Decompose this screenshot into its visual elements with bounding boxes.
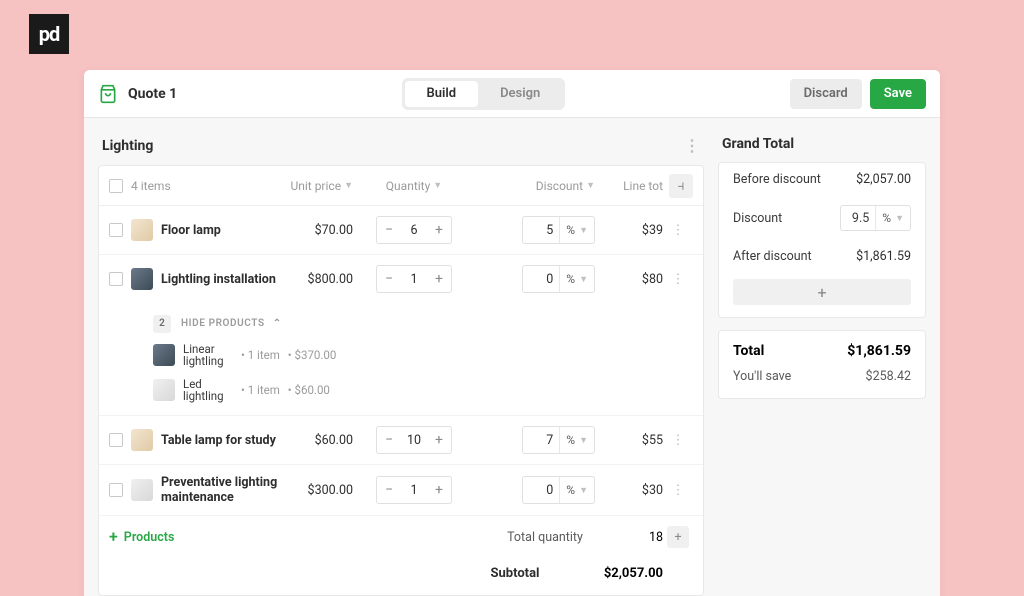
chevron-down-icon[interactable]: ▼ — [433, 180, 442, 191]
mode-toggle: Build Design — [402, 78, 566, 110]
minus-icon: − — [377, 482, 401, 498]
discount-input[interactable]: 5%▼ — [522, 216, 595, 244]
row-checkbox[interactable] — [109, 433, 123, 447]
row-checkbox[interactable] — [109, 223, 123, 237]
section-title: Lighting — [102, 138, 153, 154]
chevron-down-icon[interactable]: ▼ — [344, 180, 353, 191]
quantity-stepper[interactable]: −6+ — [376, 216, 452, 244]
section-menu-icon[interactable]: ⋮ — [684, 136, 700, 155]
table-row: Lightling installation $800.00 −1+ 0%▼ $… — [99, 255, 703, 303]
table-header: 4 items Unit price▼ Quantity▼ Discount▼ … — [99, 166, 703, 206]
minus-icon: − — [377, 271, 401, 287]
table-row: Floor lamp $70.00 −6+ 5%▼ $39 ⋮ — [99, 206, 703, 255]
chevron-down-icon: ▼ — [579, 485, 588, 496]
items-count-label: 4 items — [131, 179, 171, 193]
plus-icon: + — [427, 222, 451, 238]
items-table: 4 items Unit price▼ Quantity▼ Discount▼ … — [98, 165, 704, 596]
topbar: Quote 1 Build Design Discard Save — [84, 70, 940, 118]
add-products-button[interactable]: + Products — [109, 529, 174, 545]
save-button[interactable]: Save — [870, 79, 926, 109]
chevron-up-icon: ⌃ — [273, 318, 282, 329]
sub-item: Linear lightling • 1 item • $370.00 — [153, 343, 693, 368]
tab-build[interactable]: Build — [405, 81, 479, 107]
tab-design[interactable]: Design — [478, 81, 562, 107]
add-line-button[interactable]: + — [733, 279, 911, 305]
grand-total-card: Before discount $2,057.00 Discount 9.5 %… — [718, 162, 926, 318]
row-checkbox[interactable] — [109, 272, 123, 286]
subtotal-row: Subtotal $2,057.00 — [99, 558, 703, 595]
chevron-down-icon: ▼ — [895, 213, 904, 224]
minus-icon: − — [377, 222, 401, 238]
table-row: Table lamp for study $60.00 −10+ 7%▼ $55… — [99, 416, 703, 465]
row-menu-icon[interactable]: ⋮ — [663, 223, 693, 238]
row-checkbox[interactable] — [109, 483, 123, 497]
total-card: Total $1,861.59 You'll save $258.42 — [718, 330, 926, 399]
product-thumb — [153, 379, 175, 401]
add-column-button[interactable]: ⫞ — [669, 174, 693, 198]
product-thumb — [131, 268, 153, 290]
discount-input[interactable]: 0%▼ — [522, 265, 595, 293]
subitem-count-badge: 2 — [153, 315, 171, 333]
plus-icon: + — [427, 482, 451, 498]
row-menu-icon[interactable]: ⋮ — [663, 433, 693, 448]
grand-total-title: Grand Total — [722, 136, 794, 152]
chevron-down-icon: ▼ — [579, 225, 588, 236]
product-thumb — [153, 344, 175, 366]
quantity-stepper[interactable]: −1+ — [376, 476, 452, 504]
table-row: Preventative lighting maintenance $300.0… — [99, 465, 703, 516]
sub-item: Led lightling • 1 item • $60.00 — [153, 378, 693, 403]
product-thumb — [131, 479, 153, 501]
quantity-stepper[interactable]: −1+ — [376, 265, 452, 293]
shopping-bag-icon — [98, 84, 118, 104]
page-title: Quote 1 — [128, 86, 177, 102]
product-thumb — [131, 429, 153, 451]
plus-icon: + — [427, 432, 451, 448]
plus-icon: + — [109, 529, 118, 545]
brand-logo: pd — [29, 14, 69, 54]
plus-icon: + — [427, 271, 451, 287]
discount-input[interactable]: 0%▼ — [522, 476, 595, 504]
app-window: Quote 1 Build Design Discard Save Lighti… — [84, 70, 940, 596]
chevron-down-icon: ▼ — [579, 274, 588, 285]
discard-button[interactable]: Discard — [790, 79, 862, 109]
quantity-stepper[interactable]: −10+ — [376, 426, 452, 454]
product-thumb — [131, 219, 153, 241]
chevron-down-icon: ▼ — [579, 435, 588, 446]
grand-discount-input[interactable]: 9.5 %▼ — [840, 205, 911, 231]
chevron-down-icon[interactable]: ▼ — [586, 180, 595, 191]
hide-products-toggle[interactable]: HIDE PRODUCTS ⌃ — [181, 318, 282, 329]
select-all-checkbox[interactable] — [109, 179, 123, 193]
table-footer: + Products Total quantity 18 + — [99, 516, 703, 558]
add-footer-button[interactable]: + — [667, 526, 689, 548]
minus-icon: − — [377, 432, 401, 448]
row-menu-icon[interactable]: ⋮ — [663, 272, 693, 287]
plus-icon: + — [817, 283, 826, 302]
row-menu-icon[interactable]: ⋮ — [663, 483, 693, 498]
discount-input[interactable]: 7%▼ — [522, 426, 595, 454]
